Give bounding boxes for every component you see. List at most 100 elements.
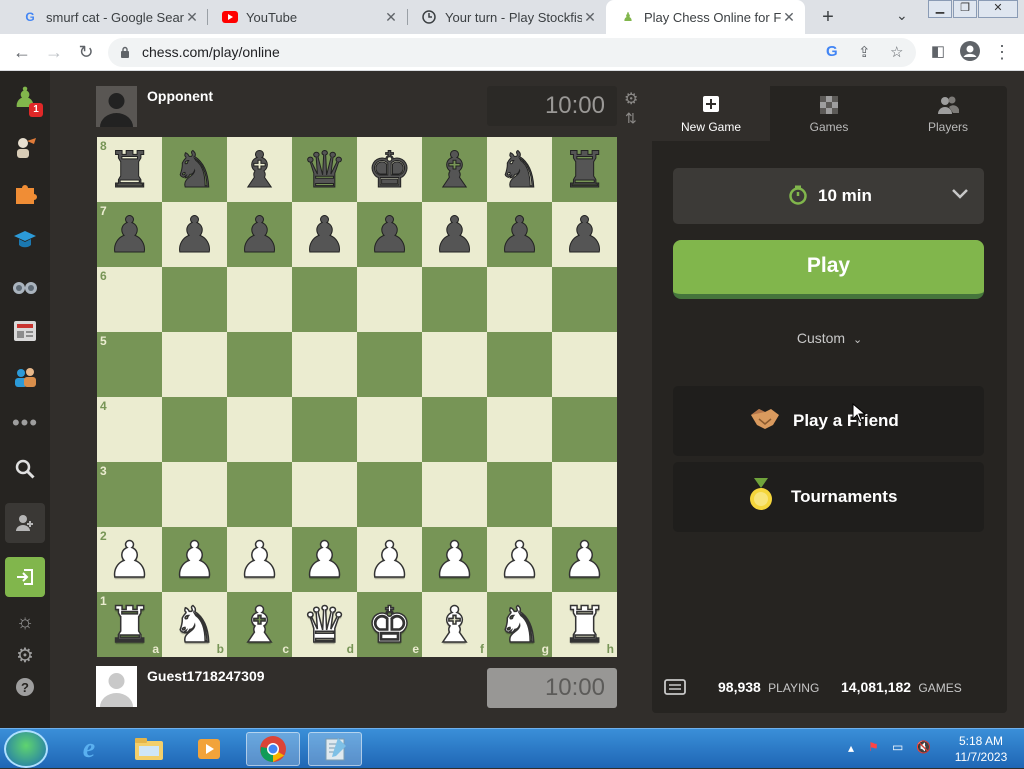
board-square-a6[interactable]: 6 — [97, 267, 162, 332]
white-pawn-piece[interactable]: ♟ — [301, 534, 347, 586]
board-square-d1[interactable]: d ♛ — [292, 592, 357, 657]
black-bishop-piece[interactable]: ♝ — [432, 144, 478, 195]
tab-chess-com[interactable]: ♟ Play Chess Online for FREE ✕ — [606, 0, 805, 34]
white-pawn-piece[interactable]: ♟ — [431, 534, 477, 586]
board-square-e7[interactable]: ♟ — [357, 202, 422, 267]
news-icon[interactable] — [5, 311, 45, 351]
chess-com-logo-icon[interactable]: ♟ 1 — [5, 77, 45, 117]
google-lens-icon[interactable]: G — [826, 43, 838, 60]
board-square-b4[interactable] — [162, 397, 227, 462]
tab-new-game[interactable]: New Game — [652, 86, 770, 141]
tab-search-icon[interactable]: ⌄ — [896, 7, 908, 24]
black-bishop-piece[interactable]: ♝ — [237, 144, 283, 195]
board-square-d4[interactable] — [292, 397, 357, 462]
browser-menu-icon[interactable]: ⋮ — [990, 41, 1014, 65]
reload-button[interactable]: ↻ — [74, 41, 98, 65]
board-square-g7[interactable]: ♟ — [487, 202, 552, 267]
lessons-icon[interactable] — [5, 127, 45, 167]
board-square-g1[interactable]: g ♞ — [487, 592, 552, 657]
close-window-button[interactable]: ✕ — [978, 0, 1018, 18]
board-square-e8[interactable]: ♚ — [357, 137, 422, 202]
clock-date[interactable]: 11/7/2023 — [948, 750, 1014, 764]
white-pawn-piece[interactable]: ♟ — [496, 534, 542, 586]
bookmark-star-icon[interactable]: ☆ — [890, 43, 903, 61]
board-square-e2[interactable]: ♟ — [357, 527, 422, 592]
black-pawn-piece[interactable]: ♟ — [237, 209, 283, 260]
white-rook-piece[interactable]: ♜ — [561, 599, 607, 651]
action-center-flag-icon[interactable]: ⚑ — [868, 740, 879, 754]
time-control-select[interactable]: 10 min — [673, 168, 984, 224]
play-button[interactable]: Play — [673, 240, 984, 299]
board-square-f8[interactable]: ♝ — [422, 137, 487, 202]
tournaments-button[interactable]: Tournaments — [673, 462, 984, 532]
login-button[interactable] — [5, 557, 45, 597]
board-square-h6[interactable] — [552, 267, 617, 332]
board-square-b8[interactable]: ♞ — [162, 137, 227, 202]
social-icon[interactable] — [5, 357, 45, 397]
board-square-a7[interactable]: 7 ♟ — [97, 202, 162, 267]
board-square-h1[interactable]: h ♜ — [552, 592, 617, 657]
black-knight-piece[interactable]: ♞ — [172, 144, 218, 195]
board-settings-icon[interactable]: ⚙ — [624, 89, 638, 109]
network-icon[interactable]: ▭ — [892, 740, 903, 754]
help-icon[interactable]: ? — [5, 667, 45, 707]
board-square-b7[interactable]: ♟ — [162, 202, 227, 267]
board-square-h2[interactable]: ♟ — [552, 527, 617, 592]
side-panel-icon[interactable]: ◧ — [926, 41, 950, 65]
address-bar[interactable]: chess.com/play/online G ⇪ ☆ — [108, 38, 916, 67]
white-knight-piece[interactable]: ♞ — [171, 599, 217, 651]
board-square-g4[interactable] — [487, 397, 552, 462]
board-square-c8[interactable]: ♝ — [227, 137, 292, 202]
tab-google-search[interactable]: G smurf cat - Google Search ✕ — [8, 0, 208, 34]
board-square-b6[interactable] — [162, 267, 227, 332]
white-pawn-piece[interactable]: ♟ — [236, 534, 282, 586]
board-square-a2[interactable]: 2 ♟ — [97, 527, 162, 592]
board-square-c2[interactable]: ♟ — [227, 527, 292, 592]
new-tab-button[interactable]: + — [816, 5, 840, 29]
board-square-e3[interactable] — [357, 462, 422, 527]
tab-players[interactable]: Players — [889, 86, 1007, 141]
white-bishop-piece[interactable]: ♝ — [236, 599, 282, 651]
board-square-f4[interactable] — [422, 397, 487, 462]
board-square-e4[interactable] — [357, 397, 422, 462]
board-square-a1[interactable]: 1 a ♜ — [97, 592, 162, 657]
white-pawn-piece[interactable]: ♟ — [171, 534, 217, 586]
volume-muted-icon[interactable]: 🔇 — [916, 740, 931, 754]
board-square-g3[interactable] — [487, 462, 552, 527]
board-square-c5[interactable] — [227, 332, 292, 397]
white-bishop-piece[interactable]: ♝ — [431, 599, 477, 651]
board-square-g8[interactable]: ♞ — [487, 137, 552, 202]
board-square-h5[interactable] — [552, 332, 617, 397]
black-queen-piece[interactable]: ♛ — [302, 144, 348, 195]
board-square-c4[interactable] — [227, 397, 292, 462]
black-knight-piece[interactable]: ♞ — [497, 144, 543, 195]
board-square-f1[interactable]: f ♝ — [422, 592, 487, 657]
board-square-a5[interactable]: 5 — [97, 332, 162, 397]
close-tab-icon[interactable]: ✕ — [184, 9, 200, 26]
board-square-c3[interactable] — [227, 462, 292, 527]
more-icon[interactable]: ••• — [5, 403, 45, 443]
tab-stockfish[interactable]: Your turn - Play Stockfish ✕ — [407, 0, 606, 34]
internet-explorer-icon[interactable]: e — [62, 732, 116, 766]
black-pawn-piece[interactable]: ♟ — [302, 209, 348, 260]
black-pawn-piece[interactable]: ♟ — [562, 209, 608, 260]
board-square-d6[interactable] — [292, 267, 357, 332]
board-square-a8[interactable]: 8 ♜ — [97, 137, 162, 202]
share-icon[interactable]: ⇪ — [858, 43, 871, 61]
notepad-icon[interactable] — [308, 732, 362, 766]
black-king-piece[interactable]: ♚ — [367, 144, 413, 195]
board-square-f3[interactable] — [422, 462, 487, 527]
board-square-f5[interactable] — [422, 332, 487, 397]
board-square-c7[interactable]: ♟ — [227, 202, 292, 267]
board-square-d3[interactable] — [292, 462, 357, 527]
flip-board-icon[interactable]: ⇅ — [625, 110, 637, 127]
board-square-e6[interactable] — [357, 267, 422, 332]
white-queen-piece[interactable]: ♛ — [301, 599, 347, 651]
board-square-d2[interactable]: ♟ — [292, 527, 357, 592]
white-pawn-piece[interactable]: ♟ — [561, 534, 607, 586]
clock-time[interactable]: 5:18 AM — [948, 734, 1014, 748]
board-square-f2[interactable]: ♟ — [422, 527, 487, 592]
black-pawn-piece[interactable]: ♟ — [172, 209, 218, 260]
back-button[interactable]: ← — [10, 41, 34, 65]
tab-youtube[interactable]: YouTube ✕ — [208, 0, 407, 34]
